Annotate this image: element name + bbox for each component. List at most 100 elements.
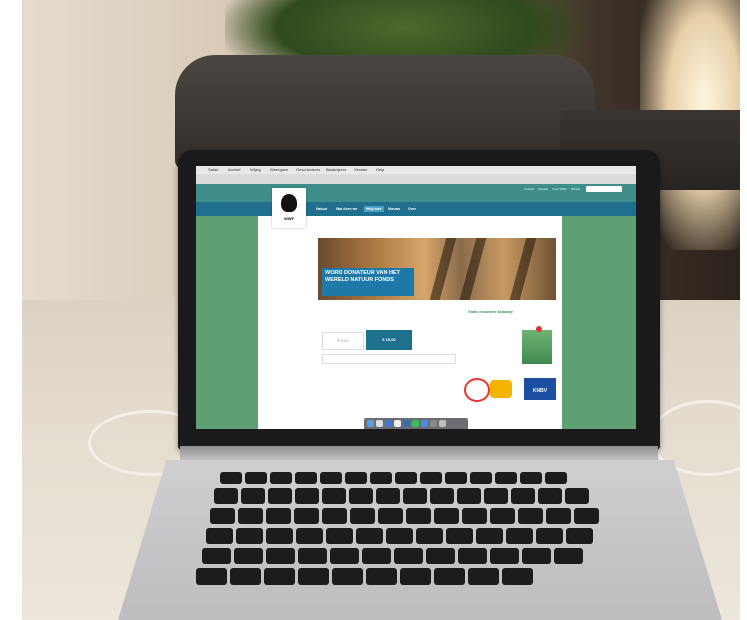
browser-toolbar <box>196 174 636 190</box>
keyboard-key <box>332 568 363 585</box>
sidebar-title: Gratis exclusieve bedankje <box>468 310 513 314</box>
panda-icon <box>281 194 297 212</box>
finder-icon[interactable] <box>367 420 374 427</box>
top-link[interactable]: Nieuws <box>538 187 548 191</box>
safari-icon[interactable] <box>385 420 392 427</box>
partner-logo-2 <box>490 380 512 398</box>
top-link[interactable]: Over WWF <box>552 187 567 191</box>
keyboard-key <box>426 548 455 564</box>
nav-item[interactable]: Wat doen we <box>334 206 359 212</box>
menu-item[interactable]: Bladwijzers <box>326 167 346 173</box>
trash-icon[interactable] <box>439 420 446 427</box>
keyboard-key <box>520 472 542 484</box>
app-icon[interactable] <box>430 420 437 427</box>
page-background-right <box>562 216 636 429</box>
keyboard-key <box>400 568 431 585</box>
gift-package-image <box>522 330 552 364</box>
keyboard-key <box>518 508 543 524</box>
keyboard-key <box>349 488 373 504</box>
keyboard-key <box>446 528 473 544</box>
keyboard-key <box>434 508 459 524</box>
keyboard-key <box>378 508 403 524</box>
keyboard-key <box>502 568 533 585</box>
keyboard-key <box>416 528 443 544</box>
keyboard-key <box>457 488 481 504</box>
keyboard-key <box>403 488 427 504</box>
menu-item[interactable]: Archief <box>228 167 240 173</box>
keyboard-key <box>484 488 508 504</box>
page-background-left <box>196 216 258 429</box>
app-icon[interactable] <box>421 420 428 427</box>
keyboard-key <box>238 508 263 524</box>
keyboard <box>190 470 660 590</box>
partner-logo-3: KNBV <box>524 378 556 400</box>
keyboard-key <box>395 472 417 484</box>
menu-item[interactable]: Help <box>376 167 384 173</box>
keyboard-key <box>266 508 291 524</box>
app-icon[interactable] <box>394 420 401 427</box>
app-icon[interactable] <box>376 420 383 427</box>
top-link[interactable]: Winkel <box>571 187 580 191</box>
keyboard-key <box>490 548 519 564</box>
menu-item[interactable]: Venster <box>354 167 368 173</box>
menu-item[interactable]: Weergave <box>270 167 288 173</box>
keyboard-key <box>345 472 367 484</box>
badge-icon <box>536 326 542 332</box>
amount-field[interactable]: € 5,00 <box>322 332 364 350</box>
nav-item[interactable]: Over <box>406 206 418 212</box>
keyboard-key <box>356 528 383 544</box>
tiger-stripe <box>459 238 487 300</box>
keyboard-key <box>266 528 293 544</box>
messages-icon[interactable] <box>412 420 419 427</box>
keyboard-key <box>206 528 233 544</box>
logo-text: WWF <box>284 216 294 221</box>
keyboard-key <box>210 508 235 524</box>
keyboard-key <box>295 472 317 484</box>
keyboard-key <box>376 488 400 504</box>
keyboard-key <box>330 548 359 564</box>
keyboard-key <box>546 508 571 524</box>
nav-item[interactable]: Nieuws <box>386 206 402 212</box>
keyboard-key <box>430 488 454 504</box>
keyboard-key <box>406 508 431 524</box>
keyboard-key <box>458 548 487 564</box>
menu-item[interactable]: Wijzig <box>250 167 261 173</box>
keyboard-key <box>270 472 292 484</box>
laptop-hinge <box>180 446 658 462</box>
keyboard-key <box>320 472 342 484</box>
keyboard-key <box>490 508 515 524</box>
keyboard-key <box>322 508 347 524</box>
keyboard-key <box>565 488 589 504</box>
site-search-input[interactable] <box>586 186 622 192</box>
nav-item[interactable]: Natuur <box>314 206 329 212</box>
keyboard-key <box>370 472 392 484</box>
top-link[interactable]: Contact <box>524 187 534 191</box>
menu-item[interactable]: Safari <box>208 167 218 173</box>
hero-banner: Word donateur van het Wereld Natuur Fond… <box>322 268 414 296</box>
keyboard-key <box>574 508 599 524</box>
top-links: Contact Nieuws Over WWF Winkel <box>524 187 580 191</box>
keyboard-key <box>506 528 533 544</box>
keyboard-key <box>511 488 535 504</box>
keyboard-key <box>386 528 413 544</box>
keyboard-key <box>296 528 323 544</box>
keyboard-key <box>462 508 487 524</box>
keyboard-key <box>295 488 319 504</box>
tiger-stripe <box>509 238 537 300</box>
nav-item-active[interactable]: Help mee <box>364 206 384 212</box>
keyboard-key <box>236 528 263 544</box>
keyboard-key <box>234 548 263 564</box>
keyboard-key <box>366 568 397 585</box>
menu-item[interactable]: Geschiedenis <box>296 167 320 173</box>
keyboard-key <box>362 548 391 564</box>
wwf-logo[interactable]: WWF <box>272 188 306 228</box>
keyboard-key <box>322 488 346 504</box>
keyboard-key <box>470 472 492 484</box>
keyboard-key <box>214 488 238 504</box>
app-icon[interactable] <box>403 420 410 427</box>
frequency-select[interactable] <box>322 354 456 364</box>
keyboard-key <box>394 548 423 564</box>
amount-button[interactable]: € 15,00 <box>366 330 412 350</box>
keyboard-key <box>202 548 231 564</box>
main-nav: Natuur Wat doen we Help mee Nieuws Over <box>196 202 636 216</box>
